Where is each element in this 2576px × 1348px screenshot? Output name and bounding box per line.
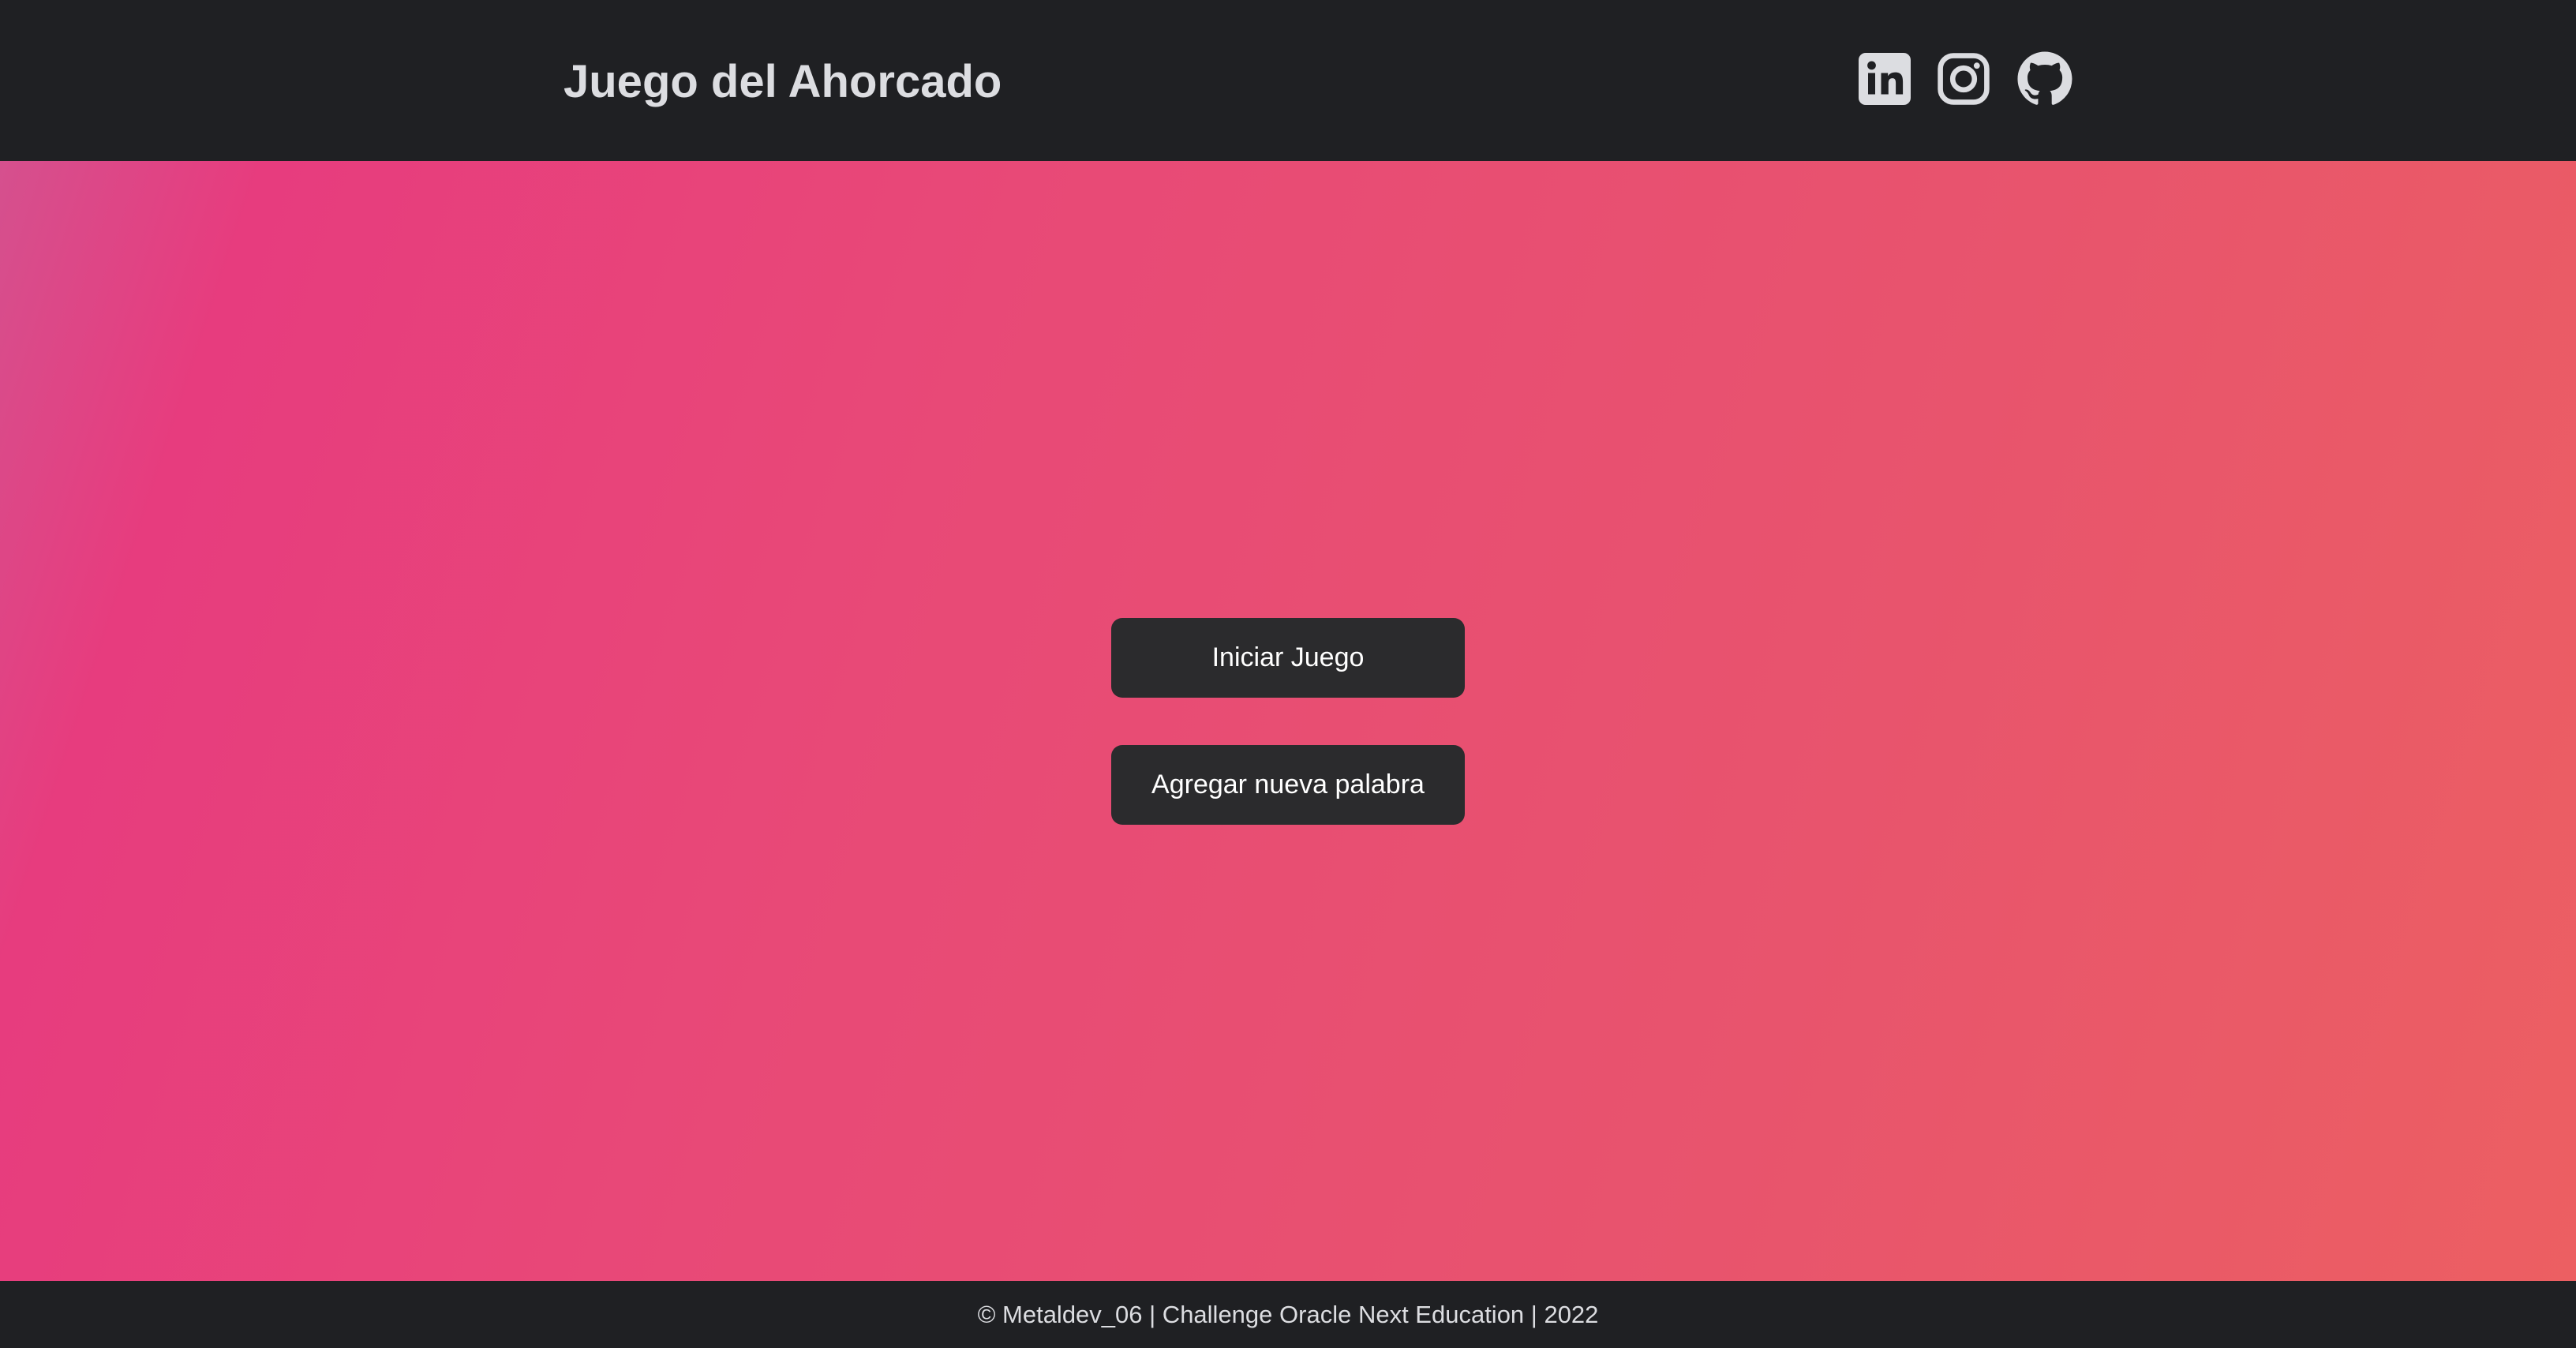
page: Juego del Ahorcado Iniciar Juego Agregar…	[0, 0, 2576, 1348]
main-area: Iniciar Juego Agregar nueva palabra	[0, 161, 2576, 1281]
github-link[interactable]	[2016, 51, 2073, 107]
add-word-button[interactable]: Agregar nueva palabra	[1111, 745, 1465, 825]
site-title: Juego del Ahorcado	[564, 56, 1002, 107]
site-footer: © Metaldev_06 | Challenge Oracle Next Ed…	[0, 1281, 2576, 1348]
instagram-link[interactable]	[1935, 51, 1992, 107]
site-header: Juego del Ahorcado	[0, 0, 2576, 161]
footer-text: © Metaldev_06 | Challenge Oracle Next Ed…	[977, 1300, 1599, 1328]
start-game-button[interactable]: Iniciar Juego	[1111, 618, 1465, 698]
linkedin-icon	[1856, 51, 1913, 107]
github-icon	[2016, 51, 2073, 107]
linkedin-link[interactable]	[1856, 51, 1913, 107]
instagram-icon	[1935, 51, 1992, 107]
